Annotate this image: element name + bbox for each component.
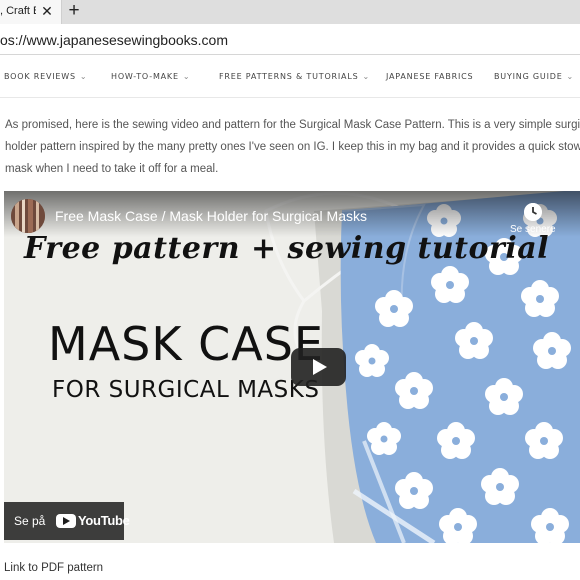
intro-line: mask when I need to take it off for a me… [5,163,219,175]
close-tab-icon[interactable]: ✕ [40,3,54,19]
video-big-title: MASK CASE [48,317,324,371]
site-nav: BOOK REVIEWS ⌄ HOW-TO-MAKE ⌄ FREE PATTERNS… [0,56,580,98]
chevron-down-icon: ⌄ [566,72,575,81]
article-intro: As promised, here is the sewing video an… [5,114,580,180]
nav-item-book-reviews[interactable]: BOOK REVIEWS ⌄ [4,72,87,81]
video-headline: Free pattern + sewing tutorial [24,231,550,266]
play-button[interactable] [291,348,346,386]
new-tab-icon[interactable]: + [65,1,83,21]
nav-item-how-to-make[interactable]: HOW-TO-MAKE ⌄ [111,72,190,81]
browser-tab-strip: , Craft B ✕ + [0,0,580,24]
video-sub-title: FOR SURGICAL MASKS [52,377,320,403]
pdf-pattern-link[interactable]: Link to PDF pattern [4,562,103,574]
channel-avatar-image [11,199,45,233]
nav-item-buying-guide[interactable]: BUYING GUIDE ⌄ [494,72,574,81]
channel-avatar[interactable] [11,199,45,233]
chevron-down-icon: ⌄ [362,72,370,81]
browser-tab[interactable]: , Craft B ✕ [0,0,62,24]
clock-icon [524,203,542,221]
watch-on-label: Se på [14,514,46,528]
intro-line: holder pattern inspired by the many pret… [5,141,580,153]
intro-line: As promised, here is the sewing video an… [5,119,580,131]
video-title[interactable]: Free Mask Case / Mask Holder for Surgica… [55,208,367,224]
nav-item-label: BOOK REVIEWS [4,72,76,81]
nav-item-label: JAPANESE FABRICS [386,72,474,81]
chevron-down-icon: ⌄ [182,72,191,81]
address-bar[interactable]: os://www.japanesesewingbooks.com [0,24,580,55]
chevron-down-icon: ⌄ [79,72,88,81]
nav-item-label: FREE PATTERNS & TUTORIALS [219,72,359,81]
watch-later-button[interactable]: Se senere [510,199,556,235]
tab-title: , Craft B [0,5,36,17]
nav-item-label: HOW-TO-MAKE [111,72,179,81]
video-embed[interactable]: Free Mask Case / Mask Holder for Surgica… [4,191,580,543]
nav-item-label: BUYING GUIDE [494,72,563,81]
url-text[interactable]: os://www.japanesesewingbooks.com [0,32,228,48]
youtube-wordmark: YouTube [78,513,130,528]
nav-item-free-patterns[interactable]: FREE PATTERNS & TUTORIALS ⌄ [219,72,370,81]
play-icon [313,359,327,375]
nav-item-japanese-fabrics[interactable]: JAPANESE FABRICS [386,72,473,81]
youtube-logo-icon [56,514,76,528]
watch-on-youtube-button[interactable]: Se på YouTube [4,502,130,540]
